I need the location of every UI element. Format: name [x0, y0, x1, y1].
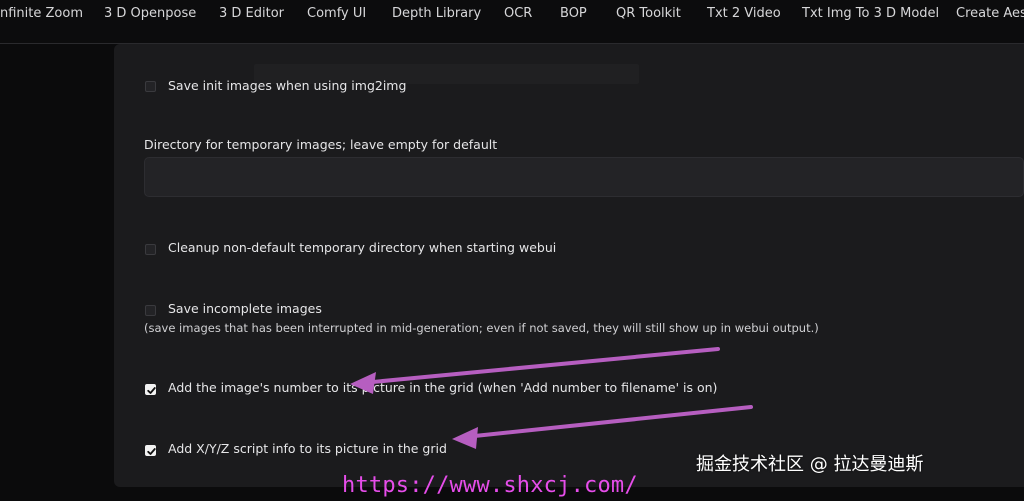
save-incomplete-label: Save incomplete images: [168, 301, 322, 316]
tab-txt2video[interactable]: Txt 2 Video: [707, 6, 781, 22]
tab-bop[interactable]: BOP: [560, 6, 587, 22]
grid-number-label: Add the image's number to its picture in…: [168, 380, 718, 395]
tab-infinite-zoom[interactable]: nfinite Zoom: [0, 6, 83, 22]
save-incomplete-hint: (save images that has been interrupted i…: [144, 321, 819, 335]
temp-dir-input[interactable]: [144, 157, 1024, 197]
settings-panel: [114, 44, 1024, 487]
grid-number-checkbox[interactable]: [145, 384, 156, 395]
save-init-checkbox[interactable]: [145, 81, 156, 92]
grid-xyz-checkbox[interactable]: [145, 445, 156, 456]
tab-create-aesthetic[interactable]: Create Aest: [956, 6, 1024, 22]
checkmark-icon: [147, 448, 156, 455]
checkmark-icon: [147, 387, 156, 394]
temp-dir-label: Directory for temporary images; leave em…: [144, 137, 498, 152]
tab-comfy-ui[interactable]: Comfy UI: [307, 6, 366, 22]
tab-depth-library[interactable]: Depth Library: [392, 6, 481, 22]
tab-ocr[interactable]: OCR: [504, 6, 532, 22]
watermark-cn: 掘金技术社区 @ 拉达曼迪斯: [696, 454, 924, 475]
watermark-url: https://www.shxcj.com/: [342, 473, 638, 498]
cleanup-temp-checkbox[interactable]: [145, 244, 156, 255]
app-root: nfinite Zoom 3 D Openpose 3 D Editor Com…: [0, 0, 1024, 501]
tab-qr-toolkit[interactable]: QR Toolkit: [616, 6, 681, 22]
tab-3d-editor[interactable]: 3 D Editor: [219, 6, 284, 22]
tab-txt-img-to-3d-model[interactable]: Txt Img To 3 D Model: [802, 6, 939, 22]
tab-3d-openpose[interactable]: 3 D Openpose: [104, 6, 196, 22]
save-incomplete-checkbox[interactable]: [145, 305, 156, 316]
tab-bar: nfinite Zoom 3 D Openpose 3 D Editor Com…: [0, 0, 1024, 44]
cleanup-temp-label: Cleanup non-default temporary directory …: [168, 240, 557, 255]
save-init-label: Save init images when using img2img: [168, 78, 407, 93]
grid-xyz-label: Add X/Y/Z script info to its picture in …: [168, 441, 447, 456]
